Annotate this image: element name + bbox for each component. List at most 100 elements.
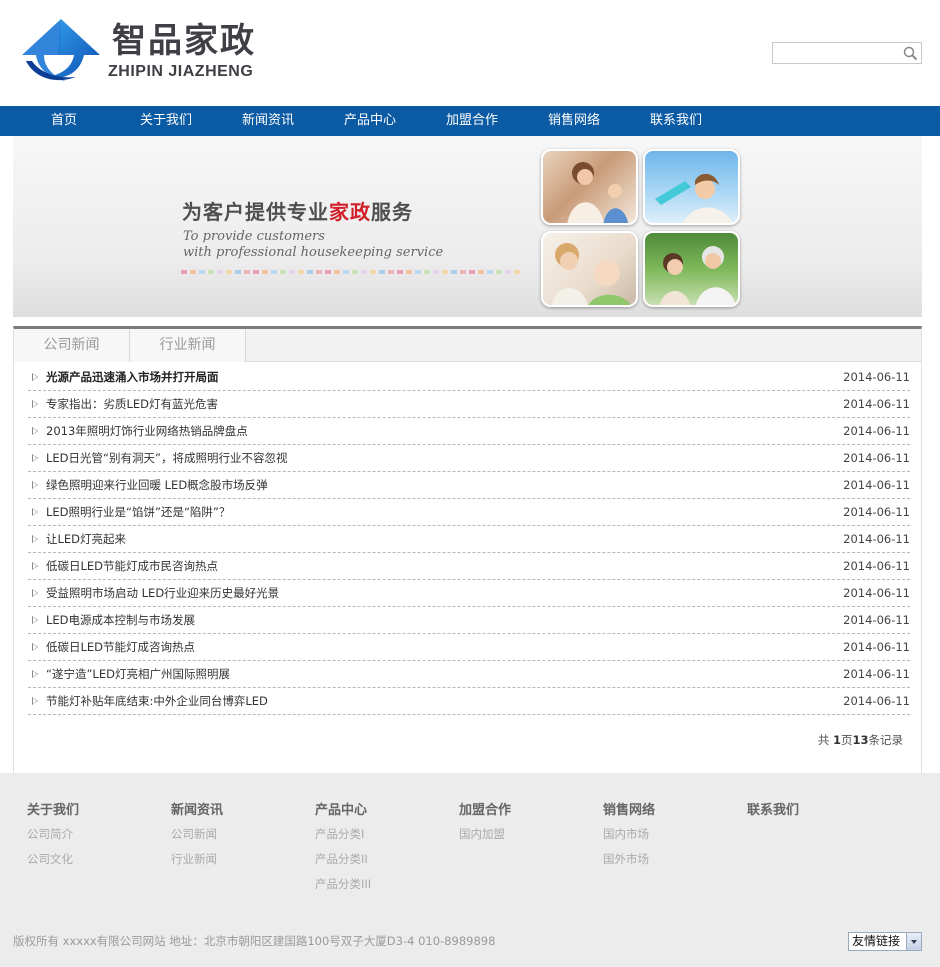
- news-item-title[interactable]: 受益照明市场启动 LED行业迎来历史最好光景: [46, 580, 279, 607]
- tab-company-news[interactable]: 公司新闻: [14, 329, 130, 362]
- footer-column-heading[interactable]: 联系我们: [747, 801, 877, 821]
- news-item-title[interactable]: 低碳日LED节能灯成咨询热点: [46, 634, 195, 661]
- news-item[interactable]: 节能灯补贴年底结束:中外企业同台博弈LED 2014-06-11: [28, 688, 910, 715]
- decorative-dot: [379, 270, 385, 274]
- news-item-date: 2014-06-11: [843, 424, 910, 438]
- news-item[interactable]: LED日光管“别有洞天”，将成照明行业不容忽视 2014-06-11: [28, 445, 910, 472]
- news-item-title[interactable]: “遂宁造”LED灯亮相广州国际照明展: [46, 661, 230, 688]
- decorative-dot: [397, 270, 403, 274]
- decorative-dot: [208, 270, 214, 274]
- decorative-dot: [406, 270, 412, 274]
- news-item[interactable]: 专家指出：劣质LED灯有蓝光危害 2014-06-11: [28, 391, 910, 418]
- nav-sales-network[interactable]: 销售网络: [523, 106, 625, 136]
- news-item-date: 2014-06-11: [843, 586, 910, 600]
- news-item[interactable]: 受益照明市场启动 LED行业迎来历史最好光景 2014-06-11: [28, 580, 910, 607]
- news-item-date: 2014-06-11: [843, 370, 910, 384]
- banner-title-pre: 为客户提供专业: [182, 200, 329, 224]
- decorative-dot: [289, 270, 295, 274]
- nav-products[interactable]: 产品中心: [319, 106, 421, 136]
- news-item[interactable]: LED照明行业是“馅饼”还是“陷阱”？ 2014-06-11: [28, 499, 910, 526]
- footer-link[interactable]: 产品分类I: [315, 822, 445, 846]
- decorative-dot: [469, 270, 475, 274]
- decorative-dot: [262, 270, 268, 274]
- news-item[interactable]: 2013年照明灯饰行业网络热销品牌盘点 2014-06-11: [28, 418, 910, 445]
- news-item-title[interactable]: 低碳日LED节能灯成市民咨询热点: [46, 553, 218, 580]
- footer-link[interactable]: 国内市场: [603, 822, 733, 846]
- news-item-title[interactable]: 节能灯补贴年底结束:中外企业同台博弈LED: [46, 688, 268, 715]
- footer-link[interactable]: 行业新闻: [171, 847, 301, 871]
- footer-column-heading[interactable]: 关于我们: [27, 801, 157, 821]
- news-item-title[interactable]: 专家指出：劣质LED灯有蓝光危害: [46, 391, 218, 418]
- search-input[interactable]: [775, 45, 901, 61]
- triangle-right-icon: [32, 616, 38, 624]
- news-item[interactable]: 低碳日LED节能灯成市民咨询热点 2014-06-11: [28, 553, 910, 580]
- triangle-right-icon: [32, 427, 38, 435]
- news-item-date: 2014-06-11: [843, 478, 910, 492]
- news-item-title[interactable]: 绿色照明迎来行业回暖 LED概念股市场反弹: [46, 472, 268, 499]
- footer-link[interactable]: 国外市场: [603, 847, 733, 871]
- chevron-down-icon[interactable]: [906, 933, 921, 950]
- footer-link[interactable]: 公司文化: [27, 847, 157, 871]
- footer-column-heading[interactable]: 加盟合作: [459, 801, 589, 821]
- decorative-dot: [190, 270, 196, 274]
- footer-column-heading[interactable]: 新闻资讯: [171, 801, 301, 821]
- girl-elder-image: [659, 246, 736, 305]
- news-item-title[interactable]: LED电源成本控制与市场发展: [46, 607, 195, 634]
- news-item[interactable]: “遂宁造”LED灯亮相广州国际照明展 2014-06-11: [28, 661, 910, 688]
- news-item[interactable]: 低碳日LED节能灯成咨询热点 2014-06-11: [28, 634, 910, 661]
- footer-link[interactable]: 产品分类III: [315, 872, 445, 896]
- search-box: [772, 42, 922, 64]
- decorative-dot: [361, 270, 367, 274]
- news-item-date: 2014-06-11: [843, 397, 910, 411]
- footer-link[interactable]: 公司新闻: [171, 822, 301, 846]
- nav-home[interactable]: 首页: [13, 106, 115, 136]
- decorative-dot: [226, 270, 232, 274]
- site-footer: 关于我们 公司简介 公司文化 新闻资讯 公司新闻 行业新闻 产品中心 产品分类I 产品分类II 产…: [0, 773, 940, 967]
- nav-contact[interactable]: 联系我们: [625, 106, 727, 136]
- tab-industry-news[interactable]: 行业新闻: [130, 329, 246, 362]
- triangle-right-icon: [32, 454, 38, 462]
- banner-title-highlight: 家政: [329, 200, 371, 224]
- site-logo[interactable]: 智品家政 ZHIPIN JIAZHENG: [20, 17, 300, 85]
- decorative-dot: [415, 270, 421, 274]
- news-item-title[interactable]: 2013年照明灯饰行业网络热销品牌盘点: [46, 418, 248, 445]
- decorative-dot: [253, 270, 259, 274]
- news-item[interactable]: LED电源成本控制与市场发展 2014-06-11: [28, 607, 910, 634]
- news-item-title[interactable]: 让LED灯亮起来: [46, 526, 126, 553]
- news-item-title[interactable]: LED照明行业是“馅饼”还是“陷阱”？: [46, 499, 230, 526]
- decorative-dot: [451, 270, 457, 274]
- decorative-dot: [496, 270, 502, 274]
- search-icon[interactable]: [903, 46, 918, 61]
- footer-column-heading[interactable]: 产品中心: [315, 801, 445, 821]
- footer-column-heading[interactable]: 销售网络: [603, 801, 733, 821]
- pager-mid: 页: [840, 733, 853, 747]
- decorative-dot: [325, 270, 331, 274]
- footer-link[interactable]: 产品分类II: [315, 847, 445, 871]
- nav-franchise[interactable]: 加盟合作: [421, 106, 523, 136]
- feeding-baby-image: [551, 243, 631, 305]
- nav-about[interactable]: 关于我们: [115, 106, 217, 136]
- news-item-date: 2014-06-11: [843, 451, 910, 465]
- triangle-right-icon: [32, 589, 38, 597]
- banner-subtitle: To provide customers with professional h…: [183, 229, 443, 261]
- banner-photo-girl-elder: [643, 231, 740, 307]
- decorative-dot: [316, 270, 322, 274]
- footer-link[interactable]: 公司简介: [27, 822, 157, 846]
- friend-links-select[interactable]: 友情链接: [848, 932, 922, 951]
- triangle-right-icon: [32, 670, 38, 678]
- news-item[interactable]: 让LED灯亮起来 2014-06-11: [28, 526, 910, 553]
- news-item-title[interactable]: LED日光管“别有洞天”，将成照明行业不容忽视: [46, 445, 287, 472]
- happy-woman-image: [655, 173, 733, 223]
- nav-news[interactable]: 新闻资讯: [217, 106, 319, 136]
- footer-column: 产品中心 产品分类I 产品分类II 产品分类III: [315, 801, 445, 896]
- pagination-info: 共 1页13条记录: [818, 732, 903, 748]
- news-item-title[interactable]: 光源产品迅速涌入市场并打开局面: [46, 364, 219, 391]
- news-item[interactable]: 光源产品迅速涌入市场并打开局面 2014-06-11: [28, 364, 910, 391]
- news-item-date: 2014-06-11: [843, 559, 910, 573]
- news-item[interactable]: 绿色照明迎来行业回暖 LED概念股市场反弹 2014-06-11: [28, 472, 910, 499]
- banner-subtitle-line1: To provide customers: [183, 229, 325, 244]
- footer-link[interactable]: 国内加盟: [459, 822, 589, 846]
- decorative-dot: [343, 270, 349, 274]
- footer-column: 关于我们 公司简介 公司文化: [27, 801, 157, 871]
- decorative-dot: [271, 270, 277, 274]
